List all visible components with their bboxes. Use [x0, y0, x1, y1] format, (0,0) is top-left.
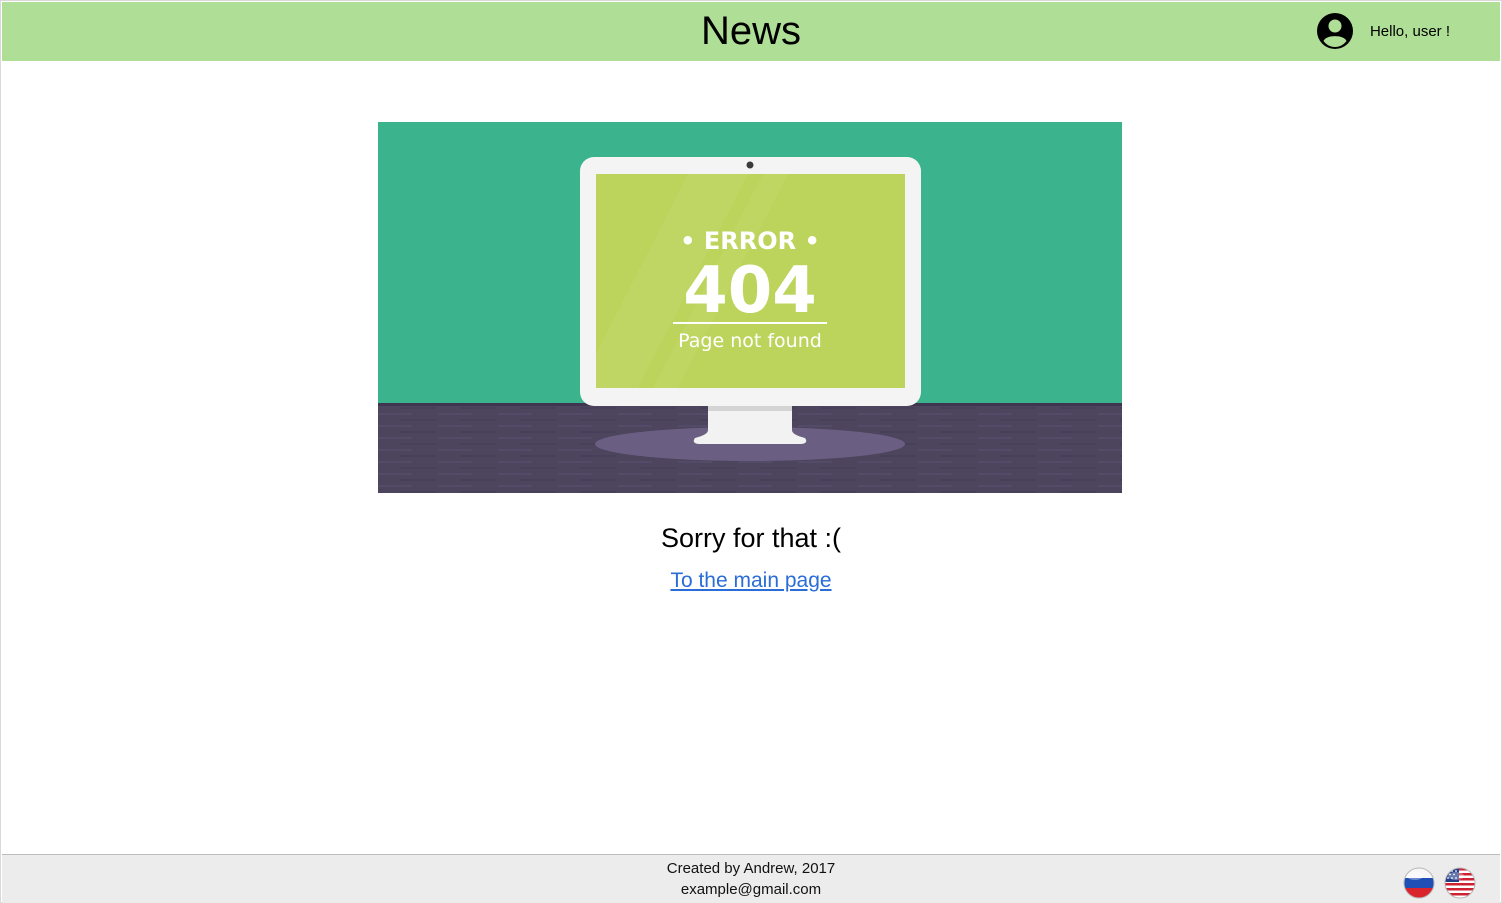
user-menu[interactable]: Hello, user !: [1316, 12, 1450, 50]
language-switcher: [1403, 867, 1476, 899]
main-page-link[interactable]: To the main page: [670, 569, 831, 592]
header-bar: News Hello, user !: [2, 2, 1500, 61]
user-greeting: Hello, user !: [1369, 22, 1450, 40]
error-label: • ERROR •: [680, 227, 820, 255]
main-page-link-wrapper: To the main page: [1, 569, 1501, 593]
error-404-illustration: • ERROR • 404 Page not found: [378, 122, 1122, 493]
page: News Hello, user ! • ERROR • 404 Page no…: [0, 0, 1502, 903]
contact-email: example@gmail.com: [680, 881, 822, 898]
monitor-camera: [746, 161, 754, 169]
error-code: 404: [683, 254, 817, 328]
usa-flag-icon[interactable]: [1444, 867, 1476, 899]
russia-flag-icon[interactable]: [1403, 867, 1435, 899]
account-circle-icon[interactable]: [1316, 12, 1354, 50]
apology-message: Sorry for that :(: [660, 523, 842, 553]
footer: Created by Andrew, 2017 example@gmail.co…: [2, 854, 1500, 903]
page-title: News: [700, 9, 802, 53]
footer-credits: Created by Andrew, 2017 example@gmail.co…: [2, 858, 1500, 900]
credit-line: Created by Andrew, 2017: [666, 860, 836, 877]
error-message: Page not found: [678, 330, 822, 352]
